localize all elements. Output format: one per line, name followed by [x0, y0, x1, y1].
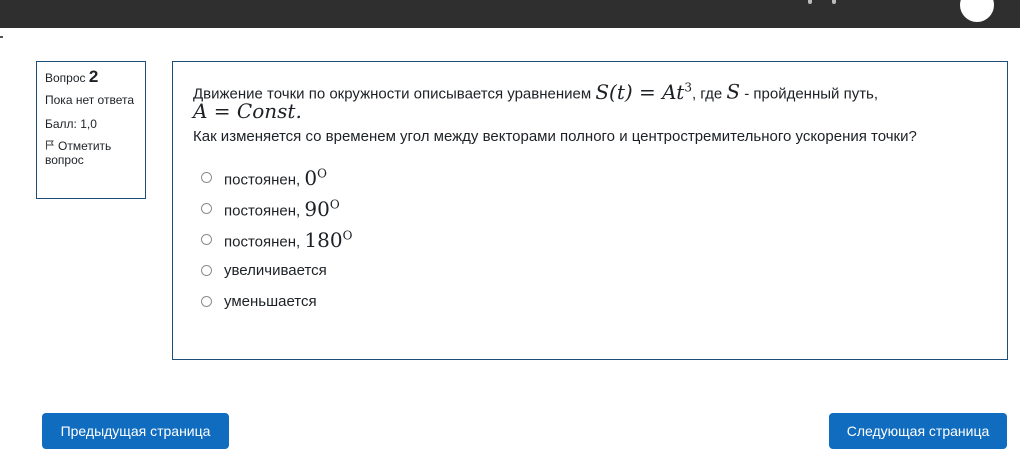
- answer-radio[interactable]: [201, 233, 212, 245]
- answer-text: постоянен,: [224, 171, 305, 189]
- answer-label: постоянен, 90O: [224, 195, 340, 221]
- question-info-panel: Вопрос 2 Пока нет ответа Балл: 1,0 Отмет…: [36, 61, 146, 199]
- answer-list: постоянен, 0O постоянен, 90O постоянен, …: [193, 162, 987, 317]
- user-menu-caret-icon[interactable]: [806, 0, 838, 6]
- motion-formula: S(t) = At3: [595, 80, 692, 104]
- answer-degree-sign: O: [317, 166, 327, 181]
- answer-degree-sign: O: [342, 228, 353, 243]
- flag-icon: [46, 140, 54, 150]
- answer-radio[interactable]: [201, 295, 212, 307]
- path-variable: S: [726, 79, 741, 104]
- answer-label: увеличивается: [224, 261, 327, 279]
- question-title-prefix: Вопрос: [45, 71, 86, 85]
- question-prompt: Как изменяется со временем угол между ве…: [193, 127, 917, 145]
- answer-degree: 0O: [304, 166, 327, 190]
- answer-degree-sign: O: [329, 197, 340, 212]
- const-formula: A = Const.: [193, 98, 302, 123]
- answer-degree: 180O: [304, 228, 352, 252]
- answer-option[interactable]: постоянен, 180O: [193, 224, 987, 255]
- answer-radio[interactable]: [201, 171, 212, 183]
- answer-degree: 90O: [304, 197, 339, 221]
- question-grade: Балл: 1,0: [45, 117, 97, 131]
- previous-page-button[interactable]: Предыдущая страница: [42, 413, 229, 449]
- question-state: Пока нет ответа: [45, 93, 135, 107]
- question-number: 2: [88, 67, 99, 86]
- answer-radio[interactable]: [201, 264, 212, 276]
- motion-formula-body: S(t) = At: [595, 79, 685, 104]
- next-page-button[interactable]: Следующая страница: [829, 413, 1007, 449]
- question-content: Движение точки по окружности описывается…: [172, 61, 1008, 360]
- question-text-where: , где: [691, 85, 727, 103]
- answer-option[interactable]: уменьшается: [193, 286, 987, 317]
- question-title: Вопрос 2: [45, 67, 137, 86]
- answer-option[interactable]: постоянен, 90O: [193, 193, 987, 224]
- page-marker: [0, 36, 3, 38]
- question-line-2: A = Const.: [193, 98, 987, 123]
- answer-degree-value: 0: [304, 165, 318, 190]
- top-navbar: [0, 0, 1020, 28]
- answer-label: уменьшается: [224, 292, 317, 310]
- answer-radio[interactable]: [201, 202, 212, 214]
- motion-formula-exponent: 3: [684, 80, 692, 94]
- question-text: Движение точки по окружности описывается…: [193, 78, 987, 146]
- question-line-1: Движение точки по окружности описывается…: [193, 78, 987, 104]
- answer-text: постоянен,: [224, 202, 305, 220]
- flag-question-link[interactable]: Отметить вопрос: [45, 139, 137, 167]
- answer-label: постоянен, 180O: [224, 226, 352, 252]
- answer-degree-value: 90: [304, 196, 330, 221]
- answer-label: постоянен, 0O: [224, 164, 327, 190]
- answer-degree-value: 180: [304, 227, 343, 252]
- question-text-path: - пройденный путь,: [740, 85, 879, 103]
- user-avatar[interactable]: [960, 0, 994, 22]
- answer-option[interactable]: постоянен, 0O: [193, 162, 987, 193]
- answer-option[interactable]: увеличивается: [193, 255, 987, 286]
- answer-text: постоянен,: [224, 233, 305, 251]
